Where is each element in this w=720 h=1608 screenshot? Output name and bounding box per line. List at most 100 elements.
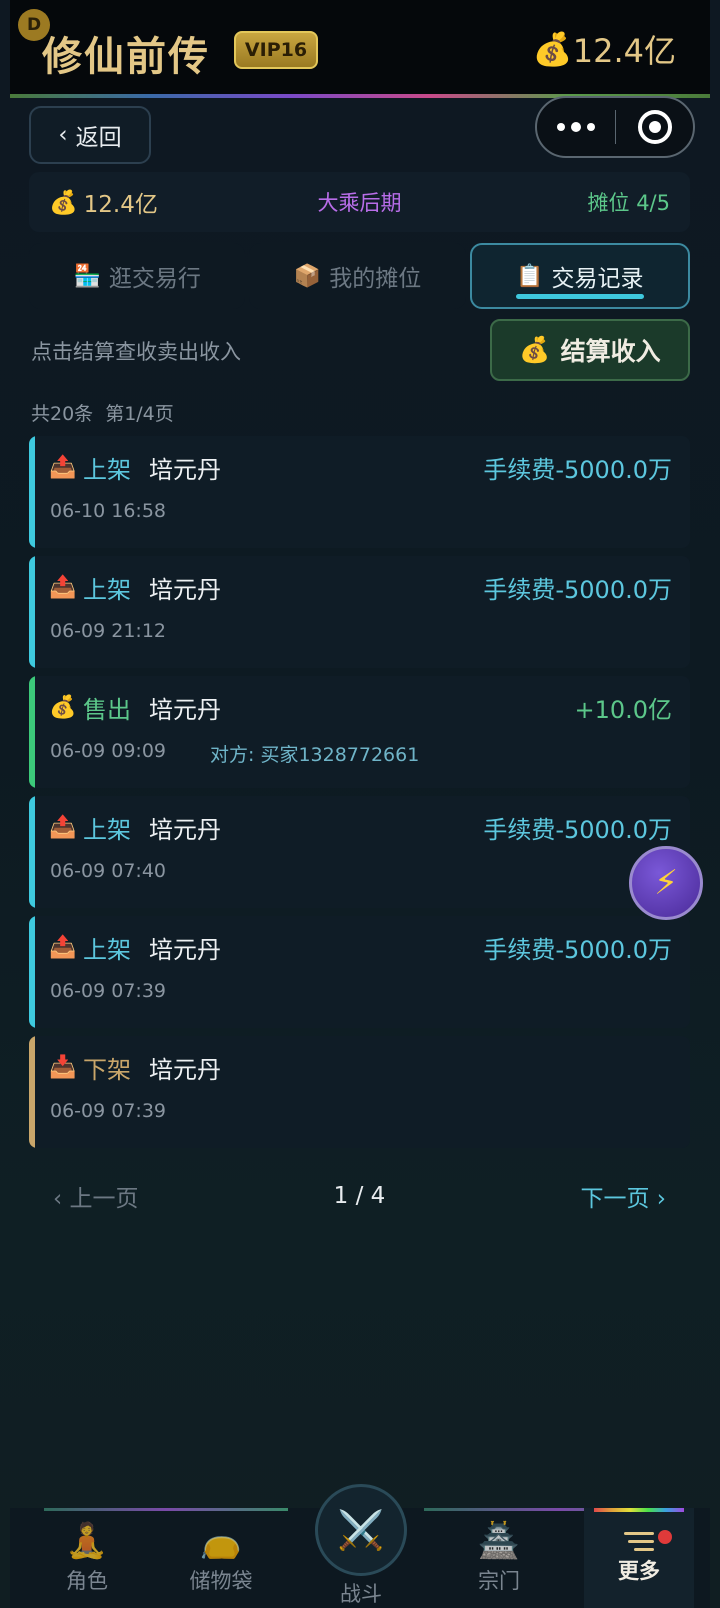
record-item-name: 培元丹: [149, 576, 221, 604]
trade-record-row: 📤 上架 培元丹 手续费-5000.0万 06-09 07:39: [29, 916, 690, 1028]
settle-income-button[interactable]: 💰 结算收入: [490, 319, 690, 381]
active-nav-indicator: [594, 1508, 684, 1512]
nav-more[interactable]: 更多: [584, 1508, 694, 1608]
nav-label: 战斗: [340, 1582, 382, 1606]
record-type-label: 售出: [83, 696, 131, 724]
chevron-left-icon: ‹: [58, 122, 68, 148]
back-label: 返回: [75, 125, 122, 151]
active-tab-indicator: [515, 294, 644, 299]
record-type: 📤 上架 培元丹: [49, 450, 221, 485]
record-time: 06-09 07:40: [50, 860, 167, 882]
lightning-icon[interactable]: ⚡: [629, 846, 703, 920]
status-bar: 💰 12.4亿 大乘后期 摊位 4/5: [29, 172, 690, 232]
trade-record-row: 📤 上架 培元丹 手续费-5000.0万 06-10 16:58: [29, 436, 690, 548]
tab-label: 我的摊位: [329, 266, 422, 292]
outbox-upload-icon: 📤: [49, 815, 77, 840]
notification-dot: [658, 1530, 672, 1544]
outbox-upload-icon: 📤: [49, 575, 77, 600]
nav-label: 宗门: [478, 1569, 520, 1593]
outbox-upload-icon: 📤: [49, 455, 77, 480]
page-indicator: 1 / 4: [333, 1183, 386, 1209]
record-time: 06-09 21:12: [50, 620, 167, 642]
money-bag-icon: 💰: [532, 30, 573, 68]
nav-label: 更多: [618, 1558, 660, 1583]
record-time: 06-10 16:58: [50, 500, 167, 522]
record-item-name: 培元丹: [149, 456, 221, 484]
record-type: 💰 售出 培元丹: [49, 690, 221, 725]
tab-label: 交易记录: [551, 266, 644, 292]
record-type-bar: [29, 556, 35, 668]
pagination: ‹ 上一页 1 / 4 下一页 ›: [29, 1170, 690, 1222]
record-time: 06-09 07:39: [50, 1100, 167, 1122]
nav-storage-bag[interactable]: 👝 储物袋: [166, 1508, 276, 1608]
record-counterparty: 对方: 买家1328772661: [210, 744, 420, 766]
record-time: 06-09 07:39: [50, 980, 167, 1002]
box-icon: 📦: [293, 263, 322, 289]
player-money-value: 12.4亿: [83, 192, 158, 218]
record-page: 第1/4页: [105, 403, 174, 425]
record-item-name: 培元丹: [149, 936, 221, 964]
record-time: 06-09 09:09: [50, 740, 167, 762]
record-type-bar: [29, 436, 35, 548]
game-title: 修仙前传: [42, 34, 210, 80]
nav-label: 储物袋: [189, 1569, 253, 1593]
target-icon: [637, 110, 672, 144]
crossed-swords-icon: ⚔️: [337, 1507, 385, 1552]
outbox-upload-icon: 📤: [49, 935, 77, 960]
meditating-figure-icon: 🧘: [65, 1521, 109, 1561]
game-header: D 修仙前传 VIP16 💰 12.4亿: [10, 0, 710, 98]
record-type: 📥 下架 培元丹: [49, 1050, 221, 1085]
nav-battle-button[interactable]: ⚔️: [315, 1484, 407, 1576]
bottom-navigation: 🧘 角色 👝 储物袋 ⚔️ 战斗 🏯 宗门 更多: [10, 1484, 710, 1608]
cultivation-realm: 大乘后期: [317, 191, 402, 215]
record-type: 📤 上架 培元丹: [49, 570, 221, 605]
trade-record-row: 📤 上架 培元丹 手续费-5000.0万 06-09 07:40: [29, 796, 690, 908]
nav-character[interactable]: 🧘 角色: [32, 1508, 142, 1608]
tab-label: 逛交易行: [108, 266, 201, 292]
record-type-label: 上架: [83, 816, 131, 844]
close-miniprogram-button[interactable]: [616, 110, 693, 144]
record-amount: 手续费-5000.0万: [483, 576, 672, 604]
nav-sect[interactable]: 🏯 宗门: [444, 1508, 554, 1608]
trade-record-row: 📥 下架 培元丹 06-09 07:39: [29, 1036, 690, 1148]
money-bag-icon: 💰: [49, 695, 77, 720]
pouch-icon: 👝: [199, 1521, 243, 1561]
tab-browse-market[interactable]: 🏪 逛交易行: [29, 243, 246, 309]
more-options-button[interactable]: [537, 98, 615, 156]
vip-badge[interactable]: VIP16: [234, 31, 318, 69]
money-bag-icon: 💰: [49, 189, 78, 216]
record-item-name: 培元丹: [149, 816, 221, 844]
tab-trade-records[interactable]: 📋 交易记录: [469, 243, 690, 309]
settle-hint: 点击结算查收卖出收入: [31, 340, 241, 364]
miniprogram-capsule: [535, 96, 695, 158]
clipboard-icon: 📋: [516, 263, 544, 289]
settle-button-label: 结算收入: [560, 337, 661, 366]
record-type-label: 上架: [83, 456, 131, 484]
record-amount: 手续费-5000.0万: [483, 936, 672, 964]
list-meta: 共20条 第1/4页: [31, 399, 174, 426]
record-type-bar: [29, 916, 35, 1028]
temple-icon: 🏯: [477, 1521, 521, 1561]
record-amount: 手续费-5000.0万: [483, 456, 672, 484]
record-type-label: 上架: [83, 576, 131, 604]
money-bag-icon: 💰: [519, 335, 551, 364]
tab-my-stall[interactable]: 📦 我的摊位: [249, 243, 466, 309]
record-type-bar: [29, 796, 35, 908]
inbox-download-icon: 📥: [49, 1055, 77, 1080]
record-total: 共20条: [31, 403, 94, 425]
back-button[interactable]: ‹ 返回: [29, 106, 151, 164]
header-money-value: 12.4亿: [572, 32, 676, 70]
next-page-button[interactable]: 下一页 ›: [470, 1179, 690, 1213]
record-amount: 手续费-5000.0万: [483, 816, 672, 844]
prev-page-button[interactable]: ‹ 上一页: [29, 1179, 249, 1213]
trade-record-list: 📤 上架 培元丹 手续费-5000.0万 06-10 16:58 📤 上架 培元丹 手续费-50…: [29, 436, 690, 1156]
record-type-label: 下架: [83, 1056, 131, 1084]
record-item-name: 培元丹: [149, 696, 221, 724]
header-money: 💰 12.4亿: [533, 26, 676, 72]
record-amount: +10.0亿: [574, 696, 672, 724]
record-type-bar: [29, 1036, 35, 1148]
trade-record-row: 💰 售出 培元丹 +10.0亿 06-09 09:09 对方: 买家1328772661: [29, 676, 690, 788]
player-money: 💰 12.4亿: [49, 185, 259, 219]
record-type-bar: [29, 676, 35, 788]
menu-icon: [624, 1531, 654, 1551]
